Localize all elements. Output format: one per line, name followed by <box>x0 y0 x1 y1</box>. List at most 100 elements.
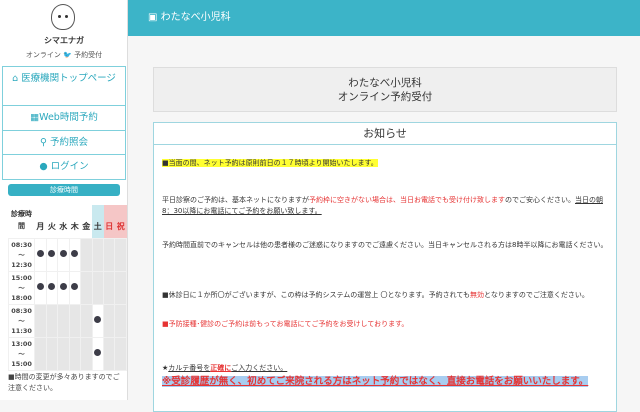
page-title: わたなべ小児科 オンライン予約受付 <box>153 67 617 112</box>
open-dot-icon <box>94 316 102 323</box>
nav-label: 予約照会 <box>49 136 88 148</box>
open-dot-icon <box>59 283 67 290</box>
schedule-cell <box>45 336 59 371</box>
schedule-cell <box>102 303 116 338</box>
nav-label: Web時間予約 <box>39 112 98 123</box>
open-dot-icon <box>59 250 67 257</box>
schedule-cell <box>68 270 82 305</box>
schedule-cell <box>68 237 82 272</box>
time-cell: 15:00 〜 18:00 <box>7 270 36 305</box>
time-sep: 〜 <box>18 349 25 358</box>
notice-cancel: 予約時間直前でのキャンセルは他の患者様のご迷惑になりますのでご遠慮ください。当日… <box>162 241 608 249</box>
nav-reservation-lookup[interactable]: ⚲ 予約照会 <box>3 129 125 155</box>
schedule-cell <box>114 237 127 272</box>
time-cell: 08:30 〜 11:30 <box>7 303 36 338</box>
text-red: 無効 <box>470 291 485 299</box>
schedule-cell <box>34 237 47 272</box>
open-dot-icon <box>94 349 102 356</box>
schedule-cell <box>80 270 93 305</box>
day-header: 金 <box>82 221 91 231</box>
time-sep: 〜 <box>18 250 25 259</box>
schedule-cell <box>102 336 116 371</box>
user-circle-icon: ● <box>39 161 48 172</box>
notice-panel: お知らせ ■当面の間、ネット予約は原則前日の１７時頃より開始いたします。 平日診… <box>153 122 617 412</box>
day-header: 日 <box>103 205 115 238</box>
time-start: 08:30 <box>11 306 32 315</box>
schedule-cell <box>34 270 47 305</box>
schedule-row: 15:00 〜 18:00 <box>7 270 127 305</box>
text: 平日診察のご予約は、基本ネットになりますが <box>162 196 309 204</box>
text: カルテ番号を <box>168 364 211 372</box>
time-start: 13:00 <box>11 339 32 348</box>
home-icon: ⌂ <box>12 73 19 84</box>
open-dot-icon <box>36 283 44 290</box>
text: ご入力ください。 <box>231 364 288 372</box>
notice-heading: お知らせ <box>154 123 616 145</box>
schedule-cell <box>57 270 70 305</box>
notice-highlight: ■当面の間、ネット予約は原則前日の１７時頃より開始いたします。 <box>162 159 378 167</box>
day-header: 月 <box>36 221 45 231</box>
notice-vaccination: ■予防接種･健診のご予約は前もってお電話にてご予約をお受けしております。 <box>162 320 409 328</box>
avatar <box>51 4 75 30</box>
time-cell: 13:00 〜 15:00 <box>7 336 36 371</box>
time-sep: 〜 <box>18 283 25 292</box>
notice-holiday: ■休診日に１か所〇がございますが、この枠は予約システムの運営上 〇となります。予… <box>162 290 612 301</box>
title-line2: オンライン予約受付 <box>337 91 433 103</box>
schedule-note: ■時間の変更が多々ありますのでご注意ください。 <box>8 373 120 392</box>
day-header: 木 <box>70 221 79 231</box>
schedule-cell <box>45 237 59 272</box>
time-cell: 08:30 〜 12:30 <box>7 237 36 272</box>
schedule-cell <box>57 237 70 272</box>
text: のでご安心ください。 <box>505 196 575 204</box>
nav-top-page[interactable]: ⌂ 医療機関トップページ <box>3 67 125 105</box>
open-dot-icon <box>71 283 79 290</box>
schedule-cell <box>68 303 82 338</box>
schedule-cell <box>102 270 116 305</box>
hospital-icon: ▣ <box>148 12 158 23</box>
schedule-cell <box>91 303 105 338</box>
schedule-cell <box>45 270 59 305</box>
time-sep: 〜 <box>18 316 25 325</box>
nav-label: ログイン <box>50 161 89 172</box>
clinic-name[interactable]: わたなべ小児科 <box>161 12 231 23</box>
search-icon: ⚲ <box>39 136 47 148</box>
schedule-cell <box>114 270 127 305</box>
open-dot-icon <box>71 250 79 257</box>
text: ■休診日に１か所〇がございますが、この枠は予約システムの運営上 〇となります。予… <box>162 291 471 299</box>
top-header: ▣ わたなべ小児科 <box>128 0 640 36</box>
schedule-cell <box>80 303 93 338</box>
day-header: 土 <box>92 205 104 238</box>
text-red: 予約枠に空きがない場合は、当日お電話でも受け付け致します <box>309 196 505 204</box>
subtitle-suffix: 予約受付 <box>74 51 103 59</box>
schedule-cell <box>114 303 127 338</box>
sidebar: シマエナガ オンライン 🐦 予約受付 ⌂ 医療機関トップページ ▦Web時間予約… <box>0 0 128 400</box>
text: となりますのでご注意ください。 <box>484 291 589 299</box>
open-dot-icon <box>36 250 44 257</box>
schedule-header-row: 診療時間月火水木金土日祝 <box>9 205 127 238</box>
notice-karte: ★カルテ番号を正確にご入力ください。 <box>162 363 612 374</box>
user-subtitle: オンライン 🐦 予約受付 <box>0 50 128 60</box>
open-dot-icon <box>48 250 56 257</box>
calendar-icon: ▦ <box>30 112 40 123</box>
user-name: シマエナガ <box>44 36 84 45</box>
sidebar-nav: ⌂ 医療機関トップページ ▦Web時間予約 ⚲ 予約照会 ● ログイン <box>2 66 126 180</box>
time-start: 08:30 <box>11 240 32 249</box>
schedule-cell <box>80 237 93 272</box>
notice-weekday: 平日診察のご予約は、基本ネットになりますが予約枠に空きがない場合は、当日お電話で… <box>162 195 612 217</box>
time-end: 15:00 <box>11 359 32 368</box>
schedule-cell <box>57 303 70 338</box>
schedule-cell <box>34 336 47 371</box>
day-header: 祝 <box>114 205 127 238</box>
schedule-cell <box>91 270 105 305</box>
title-line1: わたなべ小児科 <box>348 77 422 89</box>
day-header: 火 <box>47 221 56 231</box>
schedule-cell <box>102 237 116 272</box>
open-dot-icon <box>48 283 56 290</box>
schedule-cell <box>57 336 70 371</box>
nav-web-reservation[interactable]: ▦Web時間予約 <box>3 105 125 130</box>
time-end: 12:30 <box>11 260 32 269</box>
schedule-row: 08:30 〜 12:30 <box>7 237 127 272</box>
schedule-cell <box>114 336 127 371</box>
nav-login[interactable]: ● ログイン <box>3 154 125 179</box>
schedule-cell <box>91 336 105 371</box>
